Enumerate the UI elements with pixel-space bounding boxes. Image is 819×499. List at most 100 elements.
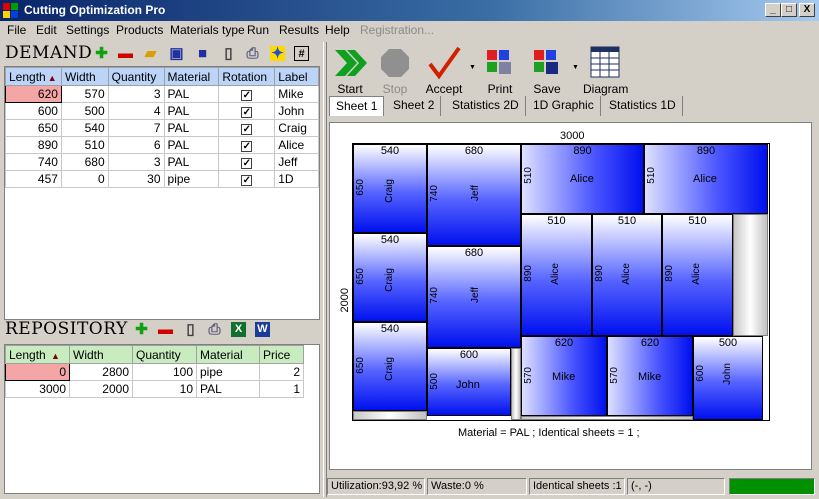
cell-length[interactable]: 740 <box>5 153 62 171</box>
close-button[interactable]: X <box>799 3 815 17</box>
add-icon[interactable]: ✚ <box>94 46 109 61</box>
cut-piece[interactable]: 680 740 Jeff <box>427 246 521 348</box>
cut-piece[interactable]: 540 650 Craig <box>353 233 427 322</box>
print-button[interactable]: Print <box>481 44 519 96</box>
cell-length[interactable]: 3000 <box>5 380 70 398</box>
cell-length[interactable]: 650 <box>5 119 62 137</box>
cut-piece[interactable]: 540 650 Craig <box>353 322 427 411</box>
cell-width[interactable]: 510 <box>60 136 109 154</box>
table-row[interactable]: 650 540 7 PAL ✓ Craig <box>5 119 319 137</box>
repo-col-price[interactable]: Price <box>259 345 304 364</box>
diagram-button[interactable]: Diagram <box>583 44 628 96</box>
cell-rotation[interactable]: ✓ <box>218 102 276 120</box>
word-icon[interactable]: W <box>255 322 270 337</box>
open-folder-icon[interactable]: ▰ <box>143 46 158 61</box>
tab-statistics-1d[interactable]: Statistics 1D <box>603 96 683 116</box>
new-document-icon[interactable]: ▯ <box>183 322 198 337</box>
save-button[interactable]: Save <box>529 44 565 96</box>
cell-quantity[interactable]: 7 <box>107 119 165 137</box>
cell-width[interactable]: 2000 <box>69 380 133 398</box>
cell-length[interactable]: 620 <box>5 85 62 103</box>
cut-piece[interactable]: 680 740 Jeff <box>427 144 521 246</box>
cell-material[interactable]: PAL <box>163 136 220 154</box>
menu-help[interactable]: Help <box>325 23 350 37</box>
menu-materials-type[interactable]: Materials type <box>170 23 245 37</box>
demand-col-length[interactable]: Length ▲ <box>5 67 62 86</box>
rotation-checkbox[interactable]: ✓ <box>241 141 253 152</box>
cell-rotation[interactable]: ✓ <box>218 136 276 154</box>
table-row[interactable]: 740 680 3 PAL ✓ Jeff <box>5 153 319 171</box>
demand-col-label[interactable]: Label <box>274 67 319 86</box>
cell-price[interactable]: 2 <box>259 363 304 381</box>
table-row[interactable]: 3000 2000 10 PAL 1 <box>5 380 304 398</box>
grid-hash-icon[interactable]: # <box>294 46 309 61</box>
tab-sheet-1[interactable]: Sheet 1 <box>329 96 385 116</box>
accept-dropdown-icon[interactable]: ▼ <box>469 64 476 71</box>
menu-edit[interactable]: Edit <box>36 23 57 37</box>
cell-length[interactable]: 890 <box>5 136 62 154</box>
remove-icon[interactable]: ▬ <box>118 46 133 61</box>
repo-col-width[interactable]: Width <box>69 345 133 364</box>
menu-file[interactable]: File <box>7 23 26 37</box>
printer-icon[interactable]: ⎙ <box>207 322 222 337</box>
accept-button[interactable]: Accept <box>421 44 467 96</box>
cell-price[interactable]: 1 <box>259 380 304 398</box>
remove-icon[interactable]: ▬ <box>158 322 173 337</box>
cutting-diagram-canvas[interactable]: 3000 2000 540 650 Craig 540 650 Craig 54… <box>329 122 812 470</box>
cell-material[interactable]: pipe <box>163 170 220 188</box>
cell-width[interactable]: 0 <box>60 170 109 188</box>
cell-length[interactable]: 457 <box>5 170 62 188</box>
cell-quantity[interactable]: 10 <box>132 380 197 398</box>
add-icon[interactable]: ✚ <box>134 322 149 337</box>
save-dropdown-icon[interactable]: ▼ <box>572 64 579 71</box>
demand-col-material[interactable]: Material <box>163 67 220 86</box>
cell-rotation[interactable]: ✓ <box>218 119 276 137</box>
maximize-button[interactable]: □ <box>781 3 797 17</box>
cell-width[interactable]: 540 <box>60 119 109 137</box>
cut-piece[interactable]: 510 890 Alice <box>592 214 662 336</box>
new-document-icon[interactable]: ▯ <box>221 46 236 61</box>
save-disk-icon[interactable]: ▣ <box>169 46 184 61</box>
cell-rotation[interactable]: ✓ <box>218 85 276 103</box>
minimize-button[interactable]: _ <box>765 3 781 17</box>
cell-length[interactable]: 600 <box>5 102 62 120</box>
cell-length[interactable]: 0 <box>5 363 70 381</box>
cut-piece[interactable]: 890 510 Alice <box>644 144 768 214</box>
cell-label[interactable]: Jeff <box>274 153 319 171</box>
cell-material[interactable]: PAL <box>163 102 220 120</box>
cut-piece[interactable]: 510 890 Alice <box>662 214 733 336</box>
demand-col-width[interactable]: Width <box>60 67 109 86</box>
cut-piece[interactable]: 620 570 Mike <box>521 336 607 416</box>
cell-width[interactable]: 570 <box>60 85 109 103</box>
save-as-icon[interactable]: ■ <box>195 46 210 61</box>
cut-piece[interactable]: 620 570 Mike <box>607 336 693 416</box>
cell-label[interactable]: 1D <box>274 170 319 188</box>
repo-col-material[interactable]: Material <box>196 345 260 364</box>
cell-quantity[interactable]: 3 <box>107 153 165 171</box>
table-row[interactable]: 890 510 6 PAL ✓ Alice <box>5 136 319 154</box>
cell-label[interactable]: Alice <box>274 136 319 154</box>
demand-col-quantity[interactable]: Quantity <box>107 67 165 86</box>
cell-quantity[interactable]: 30 <box>107 170 165 188</box>
cut-piece[interactable]: 510 890 Alice <box>521 214 592 336</box>
menu-results[interactable]: Results <box>279 23 319 37</box>
cut-piece[interactable]: 890 510 Alice <box>521 144 644 214</box>
cut-piece[interactable]: 540 650 Craig <box>353 144 427 233</box>
cell-material[interactable]: PAL <box>163 85 220 103</box>
table-row[interactable]: 620 570 3 PAL ✓ Mike <box>5 85 319 103</box>
table-row[interactable]: 457 0 30 pipe ✓ 1D <box>5 170 319 188</box>
repo-col-quantity[interactable]: Quantity <box>132 345 197 364</box>
tab-statistics-2d[interactable]: Statistics 2D <box>446 96 526 116</box>
table-row[interactable]: 0 2800 100 pipe 2 <box>5 363 304 381</box>
printer-icon[interactable]: ⎙ <box>245 46 260 61</box>
repo-col-length[interactable]: Length ▲ <box>5 345 70 364</box>
rotation-checkbox[interactable]: ✓ <box>241 158 253 169</box>
cell-rotation[interactable]: ✓ <box>218 153 276 171</box>
run-person-icon[interactable]: ✦ <box>270 46 285 61</box>
menu-settings[interactable]: Settings <box>66 23 109 37</box>
cell-rotation[interactable]: ✓ <box>218 170 276 188</box>
cell-width[interactable]: 680 <box>60 153 109 171</box>
table-row[interactable]: 600 500 4 PAL ✓ John <box>5 102 319 120</box>
rotation-checkbox[interactable]: ✓ <box>241 175 253 186</box>
cut-piece[interactable]: 500 600 John <box>693 336 763 420</box>
